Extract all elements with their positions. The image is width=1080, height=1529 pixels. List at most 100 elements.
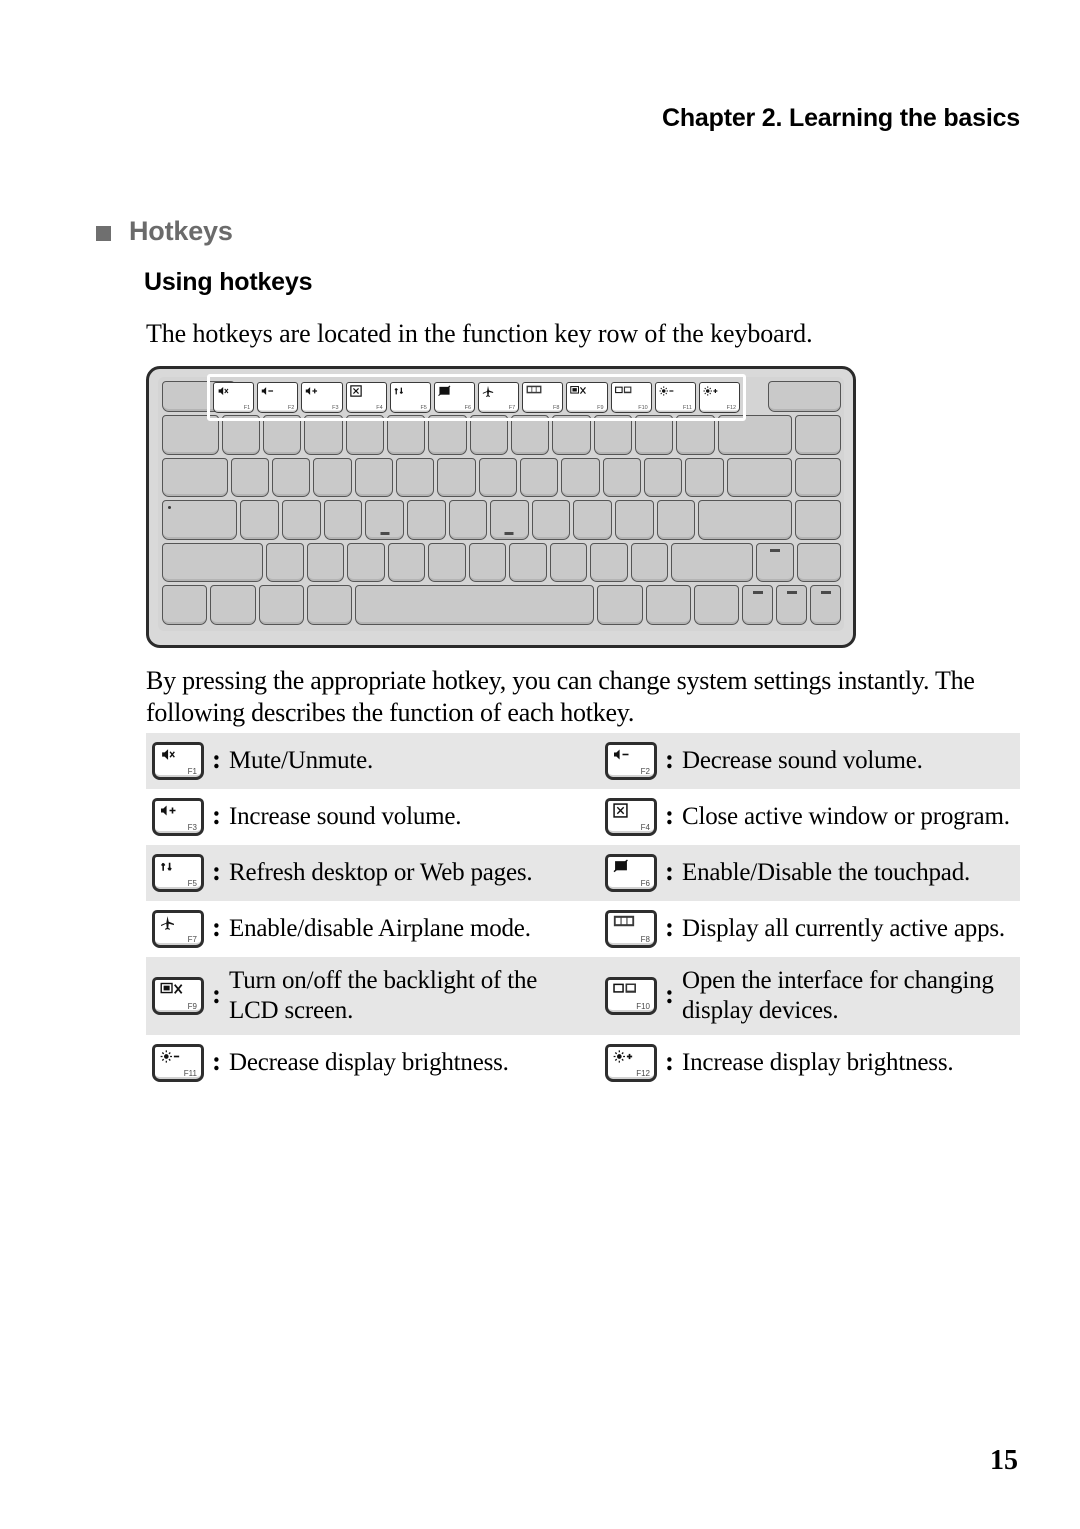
keyboard-key-0	[593, 415, 632, 455]
keyboard-key-9	[552, 415, 591, 455]
keycap-f12: F12	[605, 1044, 657, 1082]
touchpad-toggle-icon	[613, 859, 629, 873]
function-key-strip: F1 F2 F3 F4 F5 F6 F7 F8 F9 F10 F11 F12	[213, 382, 741, 413]
fn-key-label: F4	[376, 405, 383, 411]
hotkey-entry: F1 : Mute/Unmute.	[146, 733, 583, 789]
hotkey-description: Refresh desktop or Web pages.	[229, 859, 533, 886]
keyboard-key-o	[561, 457, 600, 498]
keyboard-key-home	[795, 415, 841, 455]
section-title: Hotkeys	[129, 216, 233, 246]
keyboard-number-row	[162, 415, 841, 455]
keyboard-key-menu	[645, 585, 691, 625]
keycap-label: F1	[187, 767, 197, 776]
hotkey-entry: F10 : Open the interface for changing di…	[583, 957, 1020, 1035]
keycap-label: F3	[187, 823, 197, 832]
keyboard-key-shift-left	[162, 542, 264, 583]
keyboard-key-a	[240, 500, 279, 540]
hotkey-description: Decrease display brightness.	[229, 1049, 509, 1076]
keyboard-key-arrow-right	[810, 585, 842, 625]
hotkey-description-table: F1 : Mute/Unmute. F2 : Decrease sound vo…	[146, 733, 1020, 1091]
arrow-left-icon	[752, 591, 763, 595]
separator: :	[665, 799, 674, 830]
fn-key-label: F12	[726, 405, 737, 411]
arrow-right-icon	[820, 591, 831, 595]
keyboard-key-backspace	[717, 415, 793, 455]
hotkey-entry: F5 : Refresh desktop or Web pages.	[146, 845, 583, 901]
keycap-label: F10	[636, 1002, 650, 1011]
keyboard-key-period	[590, 542, 628, 583]
hotkey-entry: F8 : Display all currently active apps.	[583, 901, 1020, 957]
fn-key-f7: F7	[478, 382, 520, 413]
keycap-label: F12	[636, 1069, 650, 1078]
volume-down-icon	[261, 385, 275, 397]
keyboard-key-e	[313, 457, 352, 498]
capslock-indicator-icon	[168, 506, 171, 510]
keyboard-shift-row	[162, 542, 842, 583]
hotkey-description: Decrease sound volume.	[682, 747, 923, 774]
separator: :	[212, 799, 221, 830]
fn-key-label: F5	[420, 405, 427, 411]
keyboard-key-u	[478, 457, 518, 498]
keyboard-key-6	[428, 415, 467, 455]
keyboard-key-bracket-right	[685, 457, 724, 498]
keyboard-chassis: F1 F2 F3 F4 F5 F6 F7 F8 F9 F10 F11 F12	[146, 366, 856, 648]
separator: :	[212, 911, 221, 942]
keyboard-key-v	[387, 542, 426, 583]
keyboard-key-f	[365, 500, 404, 540]
keyboard-illustration: F1 F2 F3 F4 F5 F6 F7 F8 F9 F10 F11 F12	[146, 366, 856, 648]
keyboard-key-end	[795, 457, 841, 498]
keyboard-key-h	[448, 500, 488, 540]
running-header: Chapter 2. Learning the basics	[662, 104, 1020, 132]
fn-key-f12: F12	[698, 382, 741, 413]
keyboard-key-bracket-left	[644, 457, 683, 498]
keyboard-key-win	[258, 585, 305, 625]
keyboard-key-m	[509, 542, 547, 583]
document-page: Chapter 2. Learning the basics Hotkeys U…	[0, 0, 1080, 1529]
keyboard-key-d	[323, 500, 363, 540]
fn-key-label: F2	[287, 405, 295, 411]
keyboard-key-r	[354, 457, 393, 498]
keycap-f10: F10	[605, 977, 657, 1015]
task-view-icon	[613, 915, 635, 927]
mute-icon	[160, 747, 177, 762]
hotkey-description: Close active window or program.	[682, 803, 1010, 830]
keyboard-key-k	[531, 500, 571, 540]
keyboard-key-pagedown	[796, 542, 842, 583]
keyboard-key-c	[347, 542, 385, 583]
keyboard-key-5	[386, 415, 426, 455]
keyboard-key-comma	[549, 542, 588, 583]
keycap-label: F7	[187, 935, 197, 944]
keycap-f8: F8	[605, 910, 657, 948]
keyboard-key-capslock	[162, 500, 238, 540]
fn-key-label: F11	[682, 405, 692, 411]
fn-key-label: F1	[243, 405, 251, 411]
mute-icon	[217, 385, 230, 397]
fn-key-f9: F9	[566, 382, 608, 413]
section-heading: Hotkeys	[96, 216, 233, 247]
keycap-label: F6	[640, 879, 650, 888]
touchpad-toggle-icon	[438, 385, 451, 397]
keyboard-key-w	[271, 457, 311, 498]
fn-key-f10: F10	[610, 382, 652, 413]
fn-key-f4: F4	[345, 382, 387, 413]
keyboard-key-t	[395, 457, 435, 498]
table-row: F7 : Enable/disable Airplane mode. F8: …	[146, 901, 1020, 957]
keycap-f6: F6	[605, 854, 657, 892]
keycap-f4: F4	[605, 798, 657, 836]
keycap-label: F9	[187, 1002, 197, 1011]
keyboard-key-semicolon	[615, 500, 654, 540]
separator: :	[212, 743, 221, 774]
keycap-f3: F3	[152, 798, 204, 836]
keyboard-key-fn	[162, 585, 208, 625]
fn-key-f11: F11	[654, 382, 696, 413]
keyboard-key-s	[281, 500, 321, 540]
fn-key-f2: F2	[257, 382, 299, 413]
keycap-label: F8	[640, 935, 650, 944]
close-window-icon	[349, 385, 362, 397]
close-window-icon	[613, 803, 628, 818]
keyboard-key-4	[345, 415, 384, 455]
keyboard-key-i	[520, 457, 559, 498]
intro-paragraph: The hotkeys are located in the function …	[146, 319, 813, 348]
airplane-mode-icon	[160, 915, 175, 930]
keyboard-key-8	[510, 415, 550, 455]
